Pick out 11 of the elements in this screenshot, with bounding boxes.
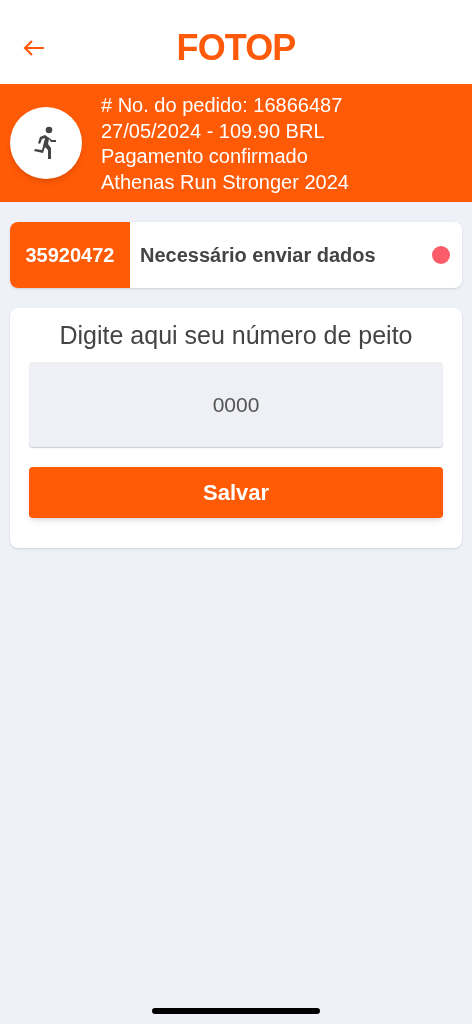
ticket-card[interactable]: 35920472 Necessário enviar dados <box>10 222 462 288</box>
bib-number-field[interactable]: 0000 <box>29 362 443 447</box>
ticket-number: 35920472 <box>10 222 130 288</box>
order-info-line: Pagamento confirmado <box>101 144 309 169</box>
order-info-line: Athenas Run Stronger 2024 <box>101 169 349 195</box>
form-title: Digite aqui seu número de peito <box>58 320 414 350</box>
back-arrow-icon <box>23 39 45 57</box>
order-info-line: 27/05/2024 - 109.90 BRL <box>101 118 326 144</box>
order-info-line: # No. do pedido: 16866487 <box>101 93 344 118</box>
logo: FOTOP <box>176 30 296 66</box>
ticket-status: Necessário enviar dados <box>140 243 377 268</box>
